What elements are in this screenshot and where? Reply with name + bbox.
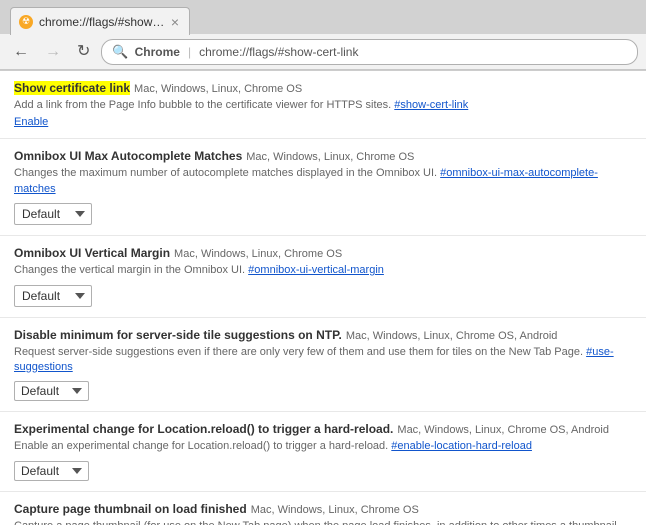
flag-title: Experimental change for Location.reload(…	[14, 422, 393, 436]
back-button[interactable]: ←	[8, 42, 34, 62]
flag-platforms: Mac, Windows, Linux, Chrome OS, Android	[346, 330, 558, 342]
tab-title: chrome://flags/#show-ce	[39, 15, 165, 29]
tab-favicon: ☢	[19, 15, 33, 29]
flag-dropdown-wrap: DefaultEnabledDisabled	[14, 381, 632, 401]
flag-description: Changes the vertical margin in the Omnib…	[14, 263, 632, 278]
flag-dropdown-wrap: DefaultEnabledDisabled	[14, 203, 632, 225]
flag-item: Omnibox UI Max Autocomplete Matches Mac, …	[0, 139, 646, 236]
flag-anchor-link[interactable]: #omnibox-ui-max-autocomplete-matches	[14, 167, 598, 194]
flag-dropdown[interactable]: DefaultEnabledDisabled	[14, 381, 89, 401]
flag-platforms: Mac, Windows, Linux, Chrome OS	[174, 248, 342, 260]
flag-anchor-link[interactable]: #use-suggestions	[14, 346, 614, 373]
address-domain: Chrome	[135, 45, 180, 59]
flag-dropdown-wrap: DefaultEnabledDisabled	[14, 285, 632, 307]
flag-description: Enable an experimental change for Locati…	[14, 439, 632, 454]
flag-title: Disable minimum for server-side tile sug…	[14, 328, 342, 342]
browser-chrome: ☢ chrome://flags/#show-ce × ← → ↻ 🔍 Chro…	[0, 0, 646, 71]
flag-anchor-link[interactable]: #omnibox-ui-vertical-margin	[248, 264, 384, 276]
flag-dropdown[interactable]: DefaultEnabledDisabled	[14, 203, 92, 225]
flag-item: Omnibox UI Vertical Margin Mac, Windows, …	[0, 236, 646, 317]
address-bar[interactable]: 🔍 Chrome | chrome://flags/#show-cert-lin…	[101, 39, 638, 65]
address-separator: |	[188, 45, 191, 59]
nav-bar: ← → ↻ 🔍 Chrome | chrome://flags/#show-ce…	[0, 34, 646, 70]
secure-icon: 🔍	[112, 44, 128, 60]
tab-close-button[interactable]: ×	[171, 15, 179, 29]
flag-platforms: Mac, Windows, Linux, Chrome OS, Android	[397, 424, 609, 436]
page-content: Show certificate link Mac, Windows, Linux…	[0, 71, 646, 525]
refresh-button[interactable]: ↻	[72, 42, 95, 62]
flag-platforms: Mac, Windows, Linux, Chrome OS	[246, 151, 414, 163]
flag-description: Changes the maximum number of autocomple…	[14, 166, 632, 197]
flag-title: Capture page thumbnail on load finished	[14, 502, 247, 516]
flag-platforms: Mac, Windows, Linux, Chrome OS	[134, 83, 302, 95]
flag-title: Show certificate link	[14, 81, 130, 95]
flag-description: Capture a page thumbnail (for use on the…	[14, 519, 632, 525]
flag-description: Add a link from the Page Info bubble to …	[14, 98, 632, 113]
flag-item: Capture page thumbnail on load finished M…	[0, 492, 646, 525]
flag-dropdown-wrap: DefaultEnabledDisabled	[14, 461, 632, 481]
active-tab[interactable]: ☢ chrome://flags/#show-ce ×	[10, 7, 190, 35]
flag-anchor-link[interactable]: #enable-location-hard-reload	[391, 440, 532, 452]
flag-item: Show certificate link Mac, Windows, Linux…	[0, 71, 646, 139]
flag-dropdown[interactable]: DefaultEnabledDisabled	[14, 461, 89, 481]
flag-enable-link[interactable]: Enable	[14, 116, 632, 128]
flag-description: Request server-side suggestions even if …	[14, 345, 632, 376]
flag-title: Omnibox UI Max Autocomplete Matches	[14, 149, 242, 163]
tab-bar: ☢ chrome://flags/#show-ce ×	[0, 0, 646, 34]
flag-dropdown[interactable]: DefaultEnabledDisabled	[14, 285, 92, 307]
flag-platforms: Mac, Windows, Linux, Chrome OS	[251, 504, 419, 516]
flag-item: Disable minimum for server-side tile sug…	[0, 318, 646, 413]
flag-anchor-link[interactable]: #show-cert-link	[394, 99, 468, 111]
flag-title: Omnibox UI Vertical Margin	[14, 246, 170, 260]
forward-button[interactable]: →	[40, 42, 66, 62]
address-url: chrome://flags/#show-cert-link	[199, 45, 358, 59]
flag-item: Experimental change for Location.reload(…	[0, 412, 646, 491]
